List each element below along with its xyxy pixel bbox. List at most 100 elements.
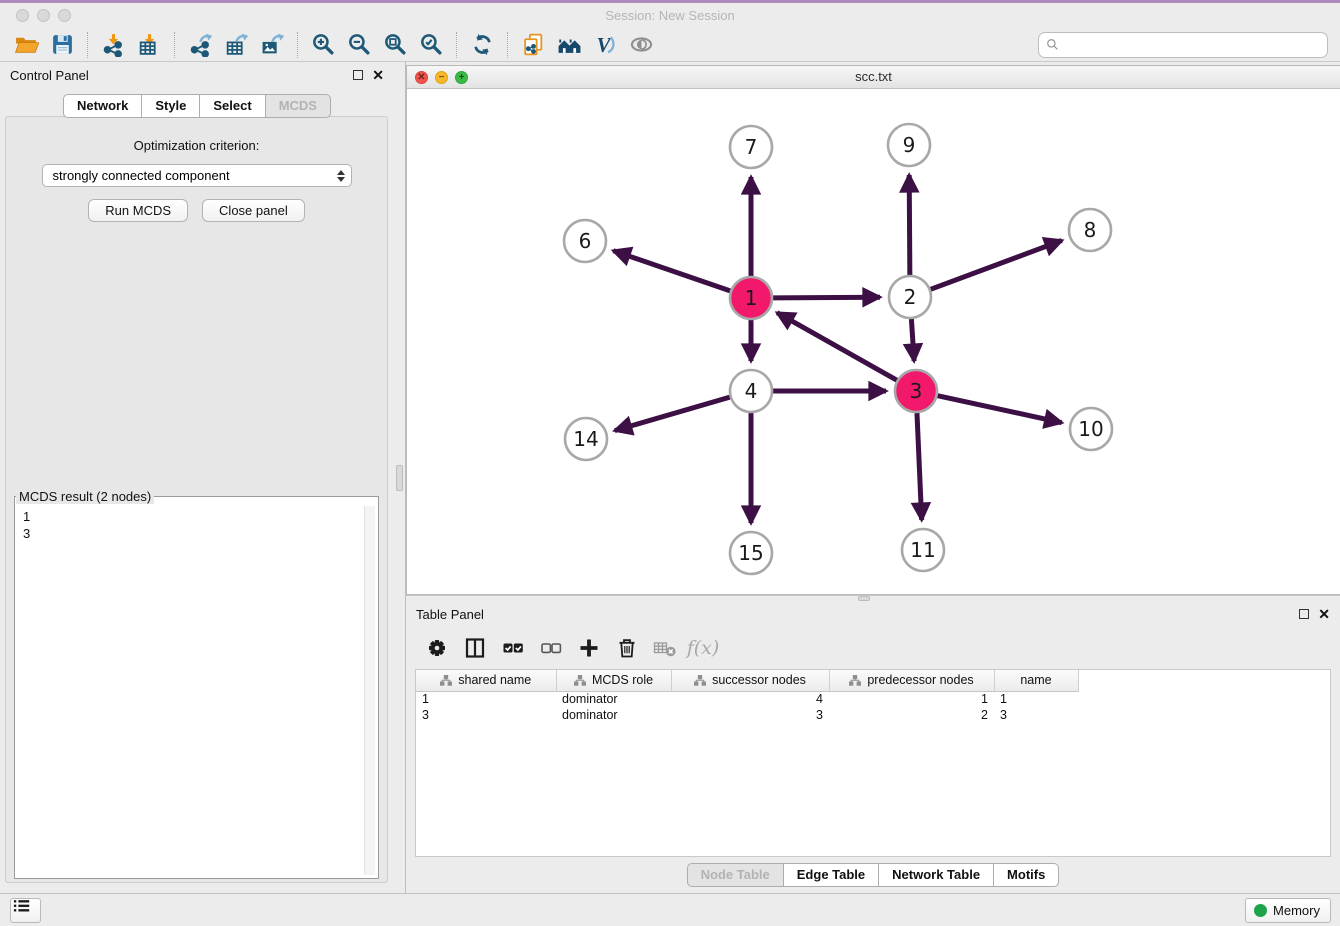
graph-edge-1-2[interactable] <box>773 297 880 298</box>
column-header-shared-name[interactable]: shared name <box>416 670 556 691</box>
export-table-button[interactable] <box>218 30 254 60</box>
graph-node-8[interactable]: 8 <box>1069 209 1111 251</box>
hide-panel-button[interactable] <box>623 30 659 60</box>
svg-text:3: 3 <box>910 379 923 403</box>
table-cell[interactable]: dominator <box>556 691 671 707</box>
graph-node-3[interactable]: 3 <box>895 370 937 412</box>
graph-node-6[interactable]: 6 <box>564 220 606 262</box>
graph-edge-2-8[interactable] <box>931 240 1062 289</box>
result-scrollbar[interactable] <box>364 506 375 875</box>
export-network-button[interactable] <box>182 30 218 60</box>
tab-style[interactable]: Style <box>141 94 200 118</box>
column-header-predecessor-nodes[interactable]: predecessor nodes <box>829 670 994 691</box>
import-table-button[interactable] <box>131 30 167 60</box>
open-file-button[interactable] <box>8 30 44 60</box>
mcds-result-textarea[interactable]: 1 3 <box>18 506 375 875</box>
main-toolbar: V <box>0 28 1340 62</box>
graph-node-1[interactable]: 1 <box>730 277 772 319</box>
float-panel-icon[interactable] <box>1299 609 1309 619</box>
table-cell[interactable]: 3 <box>994 707 1078 723</box>
graph-node-4[interactable]: 4 <box>730 370 772 412</box>
graph-edge-1-6[interactable] <box>613 251 730 291</box>
splitter-handle[interactable] <box>396 465 403 491</box>
zoom-in-button[interactable] <box>305 30 341 60</box>
table-cell[interactable]: 1 <box>416 691 556 707</box>
table-cell[interactable]: 3 <box>671 707 829 723</box>
tab-network-table[interactable]: Network Table <box>878 863 994 887</box>
network-graph[interactable]: 7 9 6 8 1 2 4 3 14 10 15 11 <box>407 89 1340 593</box>
graph-node-7[interactable]: 7 <box>730 126 772 168</box>
close-window-button[interactable] <box>16 9 29 22</box>
import-network-button[interactable] <box>95 30 131 60</box>
window-controls <box>16 9 71 22</box>
graph-node-11[interactable]: 11 <box>902 529 944 571</box>
close-panel-icon[interactable]: ✕ <box>1318 609 1330 619</box>
vertical-splitter[interactable] <box>394 62 406 893</box>
column-header-name[interactable]: name <box>994 670 1078 691</box>
table-cell[interactable]: 4 <box>671 691 829 707</box>
save-session-button[interactable] <box>44 30 80 60</box>
tab-node-table[interactable]: Node Table <box>687 863 784 887</box>
refresh-button[interactable] <box>464 30 500 60</box>
graph-node-2[interactable]: 2 <box>889 276 931 318</box>
network-window-titlebar[interactable]: ✕ − + scc.txt <box>407 66 1340 89</box>
splitter-handle[interactable] <box>858 596 870 601</box>
table-tabs: Node TableEdge TableNetwork TableMotifs <box>406 857 1340 893</box>
tab-mcds[interactable]: MCDS <box>265 94 331 118</box>
table-cell[interactable]: 1 <box>829 691 994 707</box>
horizontal-splitter[interactable] <box>406 595 1340 601</box>
graph-edge-2-9[interactable] <box>909 175 910 275</box>
tab-network[interactable]: Network <box>63 94 142 118</box>
delete-column-button[interactable] <box>610 632 644 664</box>
zoom-fit-button[interactable] <box>377 30 413 60</box>
graph-node-10[interactable]: 10 <box>1070 408 1112 450</box>
deselect-all-button[interactable] <box>534 632 568 664</box>
tab-edge-table[interactable]: Edge Table <box>783 863 879 887</box>
table-settings-button[interactable] <box>420 632 454 664</box>
tab-motifs[interactable]: Motifs <box>993 863 1059 887</box>
graph-edge-3-10[interactable] <box>937 396 1061 423</box>
close-panel-button[interactable]: Close panel <box>202 199 305 222</box>
column-layout-button[interactable] <box>458 632 492 664</box>
graph-edge-2-3[interactable] <box>911 319 914 361</box>
run-mcds-button[interactable]: Run MCDS <box>88 199 188 222</box>
close-panel-icon[interactable]: ✕ <box>372 70 384 80</box>
node-table-container: shared nameMCDS rolesuccessor nodesprede… <box>415 669 1331 857</box>
graph-edge-4-14[interactable] <box>615 397 730 430</box>
graph-edge-3-11[interactable] <box>917 413 922 520</box>
table-row[interactable]: 1dominator411 <box>416 691 1078 707</box>
memory-button[interactable]: Memory <box>1245 898 1331 923</box>
column-header-MCDS-role[interactable]: MCDS role <box>556 670 671 691</box>
maximize-window-button[interactable] <box>58 9 71 22</box>
table-cell[interactable]: 3 <box>416 707 556 723</box>
float-panel-icon[interactable] <box>353 70 363 80</box>
vizmapper-button[interactable]: V <box>587 30 623 60</box>
application-window: Session: New Session V Contro <box>0 0 1340 926</box>
table-row[interactable]: 3dominator323 <box>416 707 1078 723</box>
graph-node-15[interactable]: 15 <box>730 532 772 574</box>
export-image-button[interactable] <box>254 30 290 60</box>
graph-edge-3-1[interactable] <box>777 313 897 380</box>
home-button[interactable] <box>551 30 587 60</box>
graph-node-14[interactable]: 14 <box>565 418 607 460</box>
graph-node-9[interactable]: 9 <box>888 124 930 166</box>
search-input[interactable] <box>1062 38 1321 53</box>
network-canvas[interactable]: 7 9 6 8 1 2 4 3 14 10 15 11 <box>407 89 1340 594</box>
zoom-selected-button[interactable] <box>413 30 449 60</box>
zoom-out-button[interactable] <box>341 30 377 60</box>
tab-select[interactable]: Select <box>199 94 265 118</box>
column-header-successor-nodes[interactable]: successor nodes <box>671 670 829 691</box>
optimization-select[interactable]: strongly connected component <box>42 164 352 187</box>
table-cell[interactable]: 2 <box>829 707 994 723</box>
copy-view-button[interactable] <box>515 30 551 60</box>
network-maximize-button[interactable]: + <box>455 71 468 84</box>
add-column-button[interactable] <box>572 632 606 664</box>
select-all-button[interactable] <box>496 632 530 664</box>
table-cell[interactable]: dominator <box>556 707 671 723</box>
trash-icon <box>615 636 640 661</box>
table-cell[interactable]: 1 <box>994 691 1078 707</box>
network-minimize-button[interactable]: − <box>435 71 448 84</box>
network-close-button[interactable]: ✕ <box>415 71 428 84</box>
show-panels-button[interactable] <box>10 898 41 923</box>
minimize-window-button[interactable] <box>37 9 50 22</box>
